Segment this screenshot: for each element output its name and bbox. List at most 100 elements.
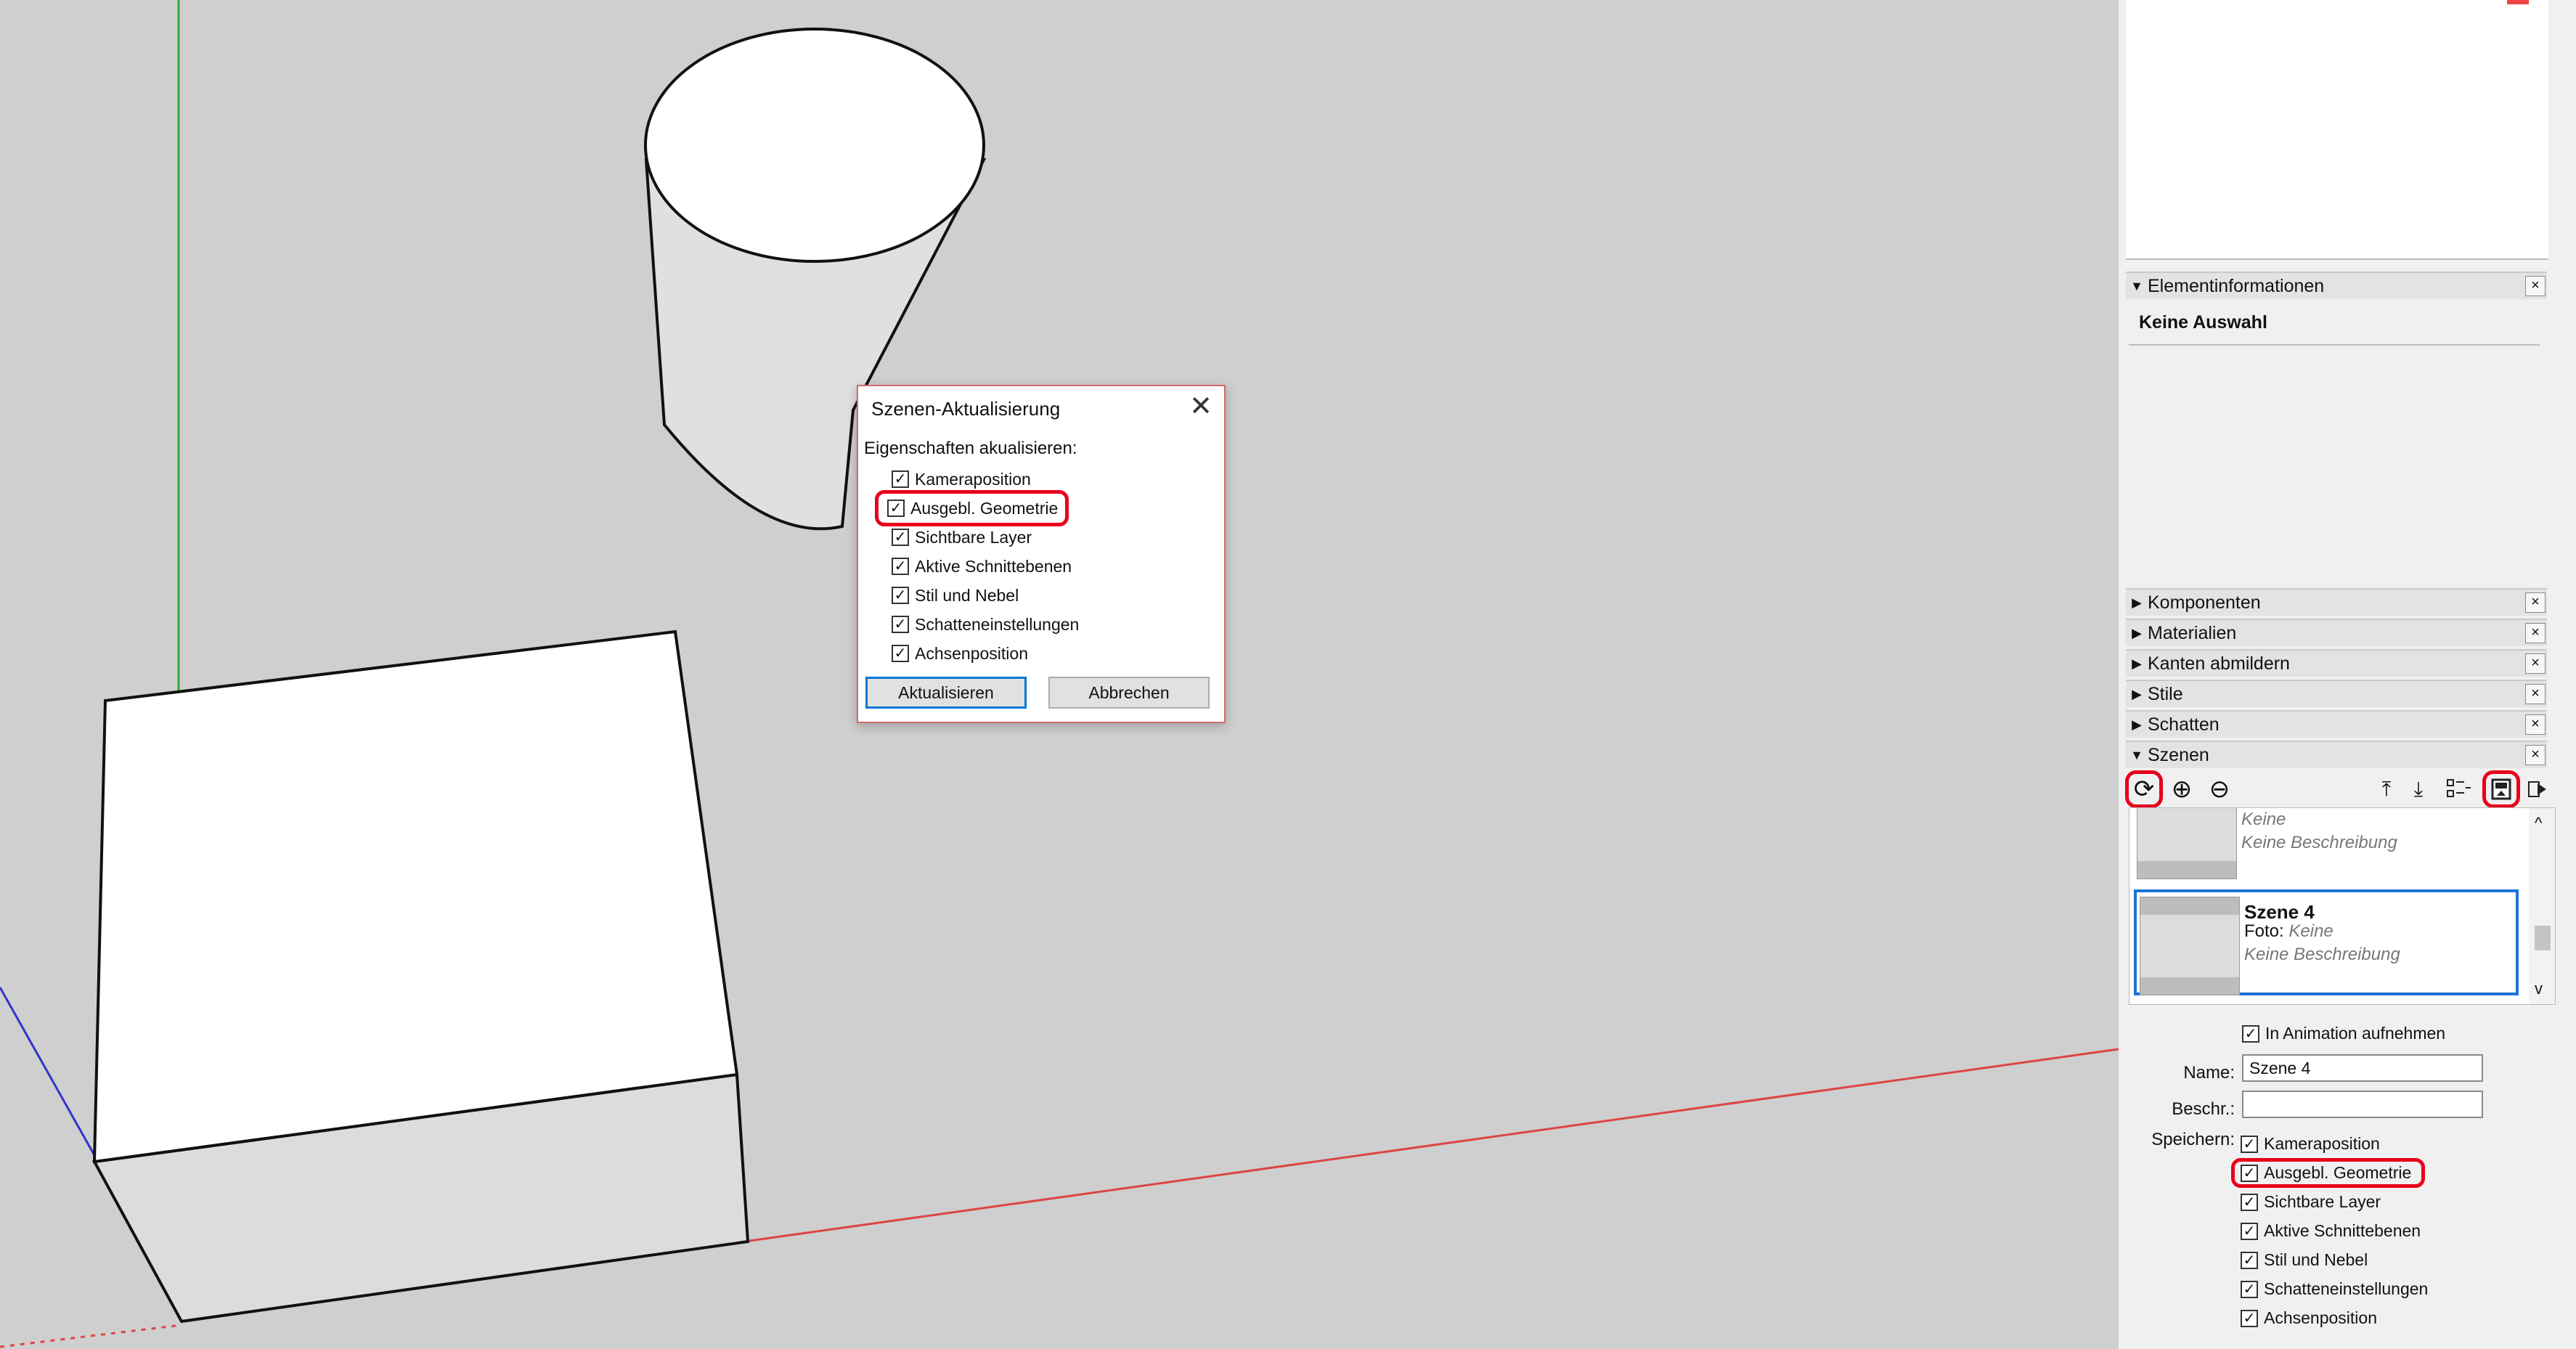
scene-description: Keine Beschreibung xyxy=(2244,945,2400,964)
panel-title: Szenen xyxy=(2148,744,2209,765)
panel-header-materialien[interactable]: ▶ Materialien × xyxy=(2126,619,2547,646)
save-sichtbare-layer[interactable]: ✓ Sichtbare Layer xyxy=(2241,1192,2381,1212)
collapsed-triangle-icon: ▶ xyxy=(2132,595,2142,610)
name-label: Name: xyxy=(2183,1063,2235,1083)
details-toggle-icon[interactable] xyxy=(2482,770,2520,808)
save-aktive-schnittebenen[interactable]: ✓ Aktive Schnittebenen xyxy=(2241,1221,2421,1241)
close-icon[interactable]: × xyxy=(2525,684,2546,704)
save-option-label: Sichtbare Layer xyxy=(2264,1192,2381,1211)
tray-menu-icon[interactable] xyxy=(2524,775,2551,803)
save-schatteneinstellungen[interactable]: ✓ Schatteneinstellungen xyxy=(2241,1279,2428,1299)
close-icon[interactable]: × xyxy=(2525,276,2546,296)
include-animation-label: In Animation aufnehmen xyxy=(2265,1024,2446,1043)
checkbox-icon[interactable]: ✓ xyxy=(2241,1222,2258,1240)
collapsed-triangle-icon: ▶ xyxy=(2132,717,2142,732)
dialog-subtitle: Eigenschaften akualisieren: xyxy=(864,439,1077,458)
no-selection-text: Keine Auswahl xyxy=(2139,312,2267,333)
save-option-label: Achsenposition xyxy=(2264,1308,2377,1327)
scene-update-dialog: Szenen-Aktualisierung ✕ Eigenschaften ak… xyxy=(857,385,1226,723)
box-top-face xyxy=(92,629,739,1164)
close-icon[interactable]: × xyxy=(2525,653,2546,674)
view-options-icon[interactable] xyxy=(2445,775,2473,803)
save-ausgebl-geometrie[interactable]: ✓ Ausgebl. Geometrie xyxy=(2230,1158,2426,1188)
save-option-label: Ausgebl. Geometrie xyxy=(2264,1163,2412,1182)
checkbox-icon[interactable]: ✓ xyxy=(892,616,909,633)
close-icon[interactable]: × xyxy=(2525,745,2546,765)
checkbox-icon[interactable]: ✓ xyxy=(887,500,905,517)
option-label: Sichtbare Layer xyxy=(915,527,1032,547)
save-stil-und-nebel[interactable]: ✓ Stil und Nebel xyxy=(2241,1250,2368,1270)
option-ausgebl-geometrie[interactable]: ✓ Ausgebl. Geometrie xyxy=(874,490,1069,526)
option-sichtbare-layer[interactable]: ✓ Sichtbare Layer xyxy=(892,523,1079,552)
divider xyxy=(2129,344,2540,346)
option-kameraposition[interactable]: ✓ Kameraposition xyxy=(892,465,1079,494)
checkbox-icon[interactable]: ✓ xyxy=(2241,1280,2258,1298)
dialog-title: Szenen-Aktualisierung xyxy=(871,398,1061,420)
scene-name: Szene 4 xyxy=(2244,901,2315,923)
scenes-toolbar: ⟳ ⊕ ⊖ ⤒ ⤓ xyxy=(2125,767,2561,810)
checkbox-icon[interactable]: ✓ xyxy=(2241,1135,2258,1153)
expanded-triangle-icon: ▼ xyxy=(2130,747,2143,762)
checkbox-icon[interactable]: ✓ xyxy=(2241,1309,2258,1327)
include-animation-checkbox[interactable]: ✓ In Animation aufnehmen xyxy=(2242,1024,2445,1043)
checkbox-icon[interactable]: ✓ xyxy=(892,587,909,604)
checkbox-icon[interactable]: ✓ xyxy=(2241,1251,2258,1269)
default-tray: ▼ Elementinformationen × Keine Auswahl ▶… xyxy=(2119,0,2576,1349)
close-icon[interactable]: × xyxy=(2525,714,2546,735)
checkbox-icon[interactable]: ✓ xyxy=(892,558,909,575)
red-axis xyxy=(743,1048,2119,1243)
remove-scene-icon[interactable]: ⊖ xyxy=(2206,775,2233,803)
option-label: Stil und Nebel xyxy=(915,585,1019,605)
option-aktive-schnittebenen[interactable]: ✓ Aktive Schnittebenen xyxy=(892,552,1079,581)
scene-item-selected[interactable]: Szene 4 Foto: Keine Keine Beschreibung xyxy=(2134,889,2519,995)
update-button[interactable]: Aktualisieren xyxy=(865,677,1027,709)
checkbox-icon[interactable]: ✓ xyxy=(892,529,909,546)
scene-list-scrollbar[interactable]: ^ v xyxy=(2529,808,2555,1004)
checkbox-icon[interactable]: ✓ xyxy=(892,470,909,488)
checkbox-icon[interactable]: ✓ xyxy=(2242,1024,2259,1043)
scene-list[interactable]: Keine Keine Beschreibung Szene 4 Foto: K… xyxy=(2129,807,2556,1005)
name-input[interactable]: Szene 4 xyxy=(2242,1054,2483,1082)
scene-thumbnail xyxy=(2137,808,2237,879)
grid-view-icon xyxy=(2447,779,2471,797)
panel-header-element-info[interactable]: ▼ Elementinformationen × xyxy=(2126,272,2547,299)
close-icon[interactable]: ✕ xyxy=(1189,392,1212,421)
description-input[interactable] xyxy=(2242,1091,2483,1118)
scene-item-previous[interactable]: Keine Keine Beschreibung xyxy=(2134,808,2519,882)
panel-title: Kanten abmildern xyxy=(2148,653,2290,674)
refresh-icon[interactable]: ⟳ xyxy=(2125,770,2163,808)
save-option-label: Aktive Schnittebenen xyxy=(2264,1221,2421,1240)
scroll-up-icon[interactable]: ^ xyxy=(2535,814,2542,833)
option-stil-und-nebel[interactable]: ✓ Stil und Nebel xyxy=(892,581,1079,610)
move-scene-down-icon[interactable]: ⤓ xyxy=(2405,775,2432,803)
scroll-thumb[interactable] xyxy=(2535,926,2551,950)
panel-header-kanten-abmildern[interactable]: ▶ Kanten abmildern × xyxy=(2126,649,2547,677)
checkbox-icon[interactable]: ✓ xyxy=(2241,1164,2258,1182)
details-icon xyxy=(2491,778,2511,800)
save-kameraposition[interactable]: ✓ Kameraposition xyxy=(2241,1134,2380,1154)
option-schatteneinstellungen[interactable]: ✓ Schatteneinstellungen xyxy=(892,610,1079,639)
checkbox-icon[interactable]: ✓ xyxy=(2241,1193,2258,1211)
tray-close-marker[interactable] xyxy=(2507,0,2529,4)
save-achsenposition[interactable]: ✓ Achsenposition xyxy=(2241,1308,2377,1328)
collapsed-triangle-icon: ▶ xyxy=(2132,656,2142,671)
scroll-down-icon[interactable]: v xyxy=(2535,979,2543,998)
option-achsenposition[interactable]: ✓ Achsenposition xyxy=(892,639,1079,668)
collapsed-triangle-icon: ▶ xyxy=(2132,625,2142,640)
checkbox-icon[interactable]: ✓ xyxy=(892,645,909,662)
save-option-label: Stil und Nebel xyxy=(2264,1250,2368,1269)
red-axis-dotted xyxy=(0,1324,182,1348)
panel-title: Stile xyxy=(2148,683,2183,704)
scene-foto-value: Keine xyxy=(2288,921,2334,941)
panel-header-stile[interactable]: ▶ Stile × xyxy=(2126,680,2547,707)
panel-header-schatten[interactable]: ▶ Schatten × xyxy=(2126,710,2547,738)
move-scene-up-icon[interactable]: ⤒ xyxy=(2373,775,2400,803)
scene-foto-label: Foto: xyxy=(2244,921,2284,941)
close-icon[interactable]: × xyxy=(2525,623,2546,643)
add-scene-icon[interactable]: ⊕ xyxy=(2168,775,2196,803)
close-icon[interactable]: × xyxy=(2525,592,2546,613)
panel-header-szenen[interactable]: ▼ Szenen × xyxy=(2126,741,2547,768)
panel-header-komponenten[interactable]: ▶ Komponenten × xyxy=(2126,588,2547,616)
option-label: Achsenposition xyxy=(915,643,1028,663)
cancel-button[interactable]: Abbrechen xyxy=(1048,677,1210,709)
